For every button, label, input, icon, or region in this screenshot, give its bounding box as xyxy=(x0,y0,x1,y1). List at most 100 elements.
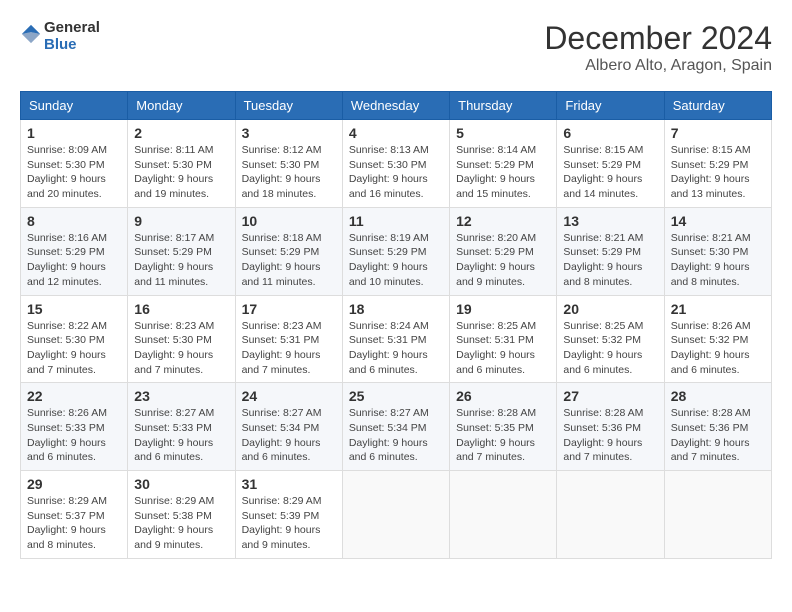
calendar-cell: 15 Sunrise: 8:22 AM Sunset: 5:30 PM Dayli… xyxy=(21,295,128,383)
logo-general: General xyxy=(44,20,100,37)
day-info: Sunrise: 8:15 AM Sunset: 5:29 PM Dayligh… xyxy=(671,143,765,202)
calendar-cell: 14 Sunrise: 8:21 AM Sunset: 5:30 PM Dayli… xyxy=(664,207,771,295)
day-info: Sunrise: 8:11 AM Sunset: 5:30 PM Dayligh… xyxy=(134,143,228,202)
day-info: Sunrise: 8:24 AM Sunset: 5:31 PM Dayligh… xyxy=(349,319,443,378)
calendar-cell: 24 Sunrise: 8:27 AM Sunset: 5:34 PM Dayli… xyxy=(235,383,342,471)
day-number: 22 xyxy=(27,388,121,404)
calendar-cell: 7 Sunrise: 8:15 AM Sunset: 5:29 PM Daylig… xyxy=(664,120,771,208)
day-info: Sunrise: 8:13 AM Sunset: 5:30 PM Dayligh… xyxy=(349,143,443,202)
day-number: 21 xyxy=(671,301,765,317)
day-info: Sunrise: 8:15 AM Sunset: 5:29 PM Dayligh… xyxy=(563,143,657,202)
calendar-cell: 31Sunrise: 8:29 AM Sunset: 5:39 PM Dayli… xyxy=(235,471,342,559)
weekday-header-wednesday: Wednesday xyxy=(342,92,449,120)
calendar-cell: 11 Sunrise: 8:19 AM Sunset: 5:29 PM Dayli… xyxy=(342,207,449,295)
day-number: 11 xyxy=(349,213,443,229)
calendar-cell: 22 Sunrise: 8:26 AM Sunset: 5:33 PM Dayli… xyxy=(21,383,128,471)
day-number: 8 xyxy=(27,213,121,229)
calendar-week-row: 1Sunrise: 8:09 AM Sunset: 5:30 PM Daylig… xyxy=(21,120,772,208)
day-info: Sunrise: 8:20 AM Sunset: 5:29 PM Dayligh… xyxy=(456,231,550,290)
day-info: Sunrise: 8:27 AM Sunset: 5:33 PM Dayligh… xyxy=(134,406,228,465)
calendar-cell: 2 Sunrise: 8:11 AM Sunset: 5:30 PM Daylig… xyxy=(128,120,235,208)
calendar-cell: 27 Sunrise: 8:28 AM Sunset: 5:36 PM Dayli… xyxy=(557,383,664,471)
day-number: 27 xyxy=(563,388,657,404)
calendar-cell: 18 Sunrise: 8:24 AM Sunset: 5:31 PM Dayli… xyxy=(342,295,449,383)
day-info: Sunrise: 8:23 AM Sunset: 5:30 PM Dayligh… xyxy=(134,319,228,378)
day-number: 4 xyxy=(349,125,443,141)
day-info: Sunrise: 8:29 AM Sunset: 5:39 PM Dayligh… xyxy=(242,494,336,553)
day-number: 12 xyxy=(456,213,550,229)
day-number: 13 xyxy=(563,213,657,229)
calendar-cell: 8 Sunrise: 8:16 AM Sunset: 5:29 PM Daylig… xyxy=(21,207,128,295)
day-number: 6 xyxy=(563,125,657,141)
day-info: Sunrise: 8:26 AM Sunset: 5:33 PM Dayligh… xyxy=(27,406,121,465)
weekday-header-monday: Monday xyxy=(128,92,235,120)
calendar-cell: 29 Sunrise: 8:29 AM Sunset: 5:37 PM Dayli… xyxy=(21,471,128,559)
day-number: 14 xyxy=(671,213,765,229)
day-number: 18 xyxy=(349,301,443,317)
day-info: Sunrise: 8:14 AM Sunset: 5:29 PM Dayligh… xyxy=(456,143,550,202)
calendar-cell xyxy=(664,471,771,559)
calendar-cell: 13Sunrise: 8:21 AM Sunset: 5:29 PM Dayli… xyxy=(557,207,664,295)
weekday-header-tuesday: Tuesday xyxy=(235,92,342,120)
calendar-cell: 12 Sunrise: 8:20 AM Sunset: 5:29 PM Dayli… xyxy=(450,207,557,295)
day-info: Sunrise: 8:12 AM Sunset: 5:30 PM Dayligh… xyxy=(242,143,336,202)
day-info: Sunrise: 8:28 AM Sunset: 5:36 PM Dayligh… xyxy=(563,406,657,465)
day-info: Sunrise: 8:25 AM Sunset: 5:32 PM Dayligh… xyxy=(563,319,657,378)
calendar-cell: 20 Sunrise: 8:25 AM Sunset: 5:32 PM Dayli… xyxy=(557,295,664,383)
day-info: Sunrise: 8:23 AM Sunset: 5:31 PM Dayligh… xyxy=(242,319,336,378)
day-number: 7 xyxy=(671,125,765,141)
calendar-cell: 16Sunrise: 8:23 AM Sunset: 5:30 PM Dayli… xyxy=(128,295,235,383)
day-info: Sunrise: 8:16 AM Sunset: 5:29 PM Dayligh… xyxy=(27,231,121,290)
day-info: Sunrise: 8:29 AM Sunset: 5:38 PM Dayligh… xyxy=(134,494,228,553)
calendar-week-row: 8 Sunrise: 8:16 AM Sunset: 5:29 PM Daylig… xyxy=(21,207,772,295)
day-number: 19 xyxy=(456,301,550,317)
page-header: General Blue December 2024 Albero Alto, … xyxy=(20,20,772,75)
calendar-cell: 28 Sunrise: 8:28 AM Sunset: 5:36 PM Dayli… xyxy=(664,383,771,471)
weekday-header-thursday: Thursday xyxy=(450,92,557,120)
day-info: Sunrise: 8:21 AM Sunset: 5:30 PM Dayligh… xyxy=(671,231,765,290)
calendar-cell: 3 Sunrise: 8:12 AM Sunset: 5:30 PM Daylig… xyxy=(235,120,342,208)
calendar-cell xyxy=(342,471,449,559)
calendar-cell: 9 Sunrise: 8:17 AM Sunset: 5:29 PM Daylig… xyxy=(128,207,235,295)
logo-icon xyxy=(20,23,42,45)
day-number: 20 xyxy=(563,301,657,317)
calendar-cell: 26Sunrise: 8:28 AM Sunset: 5:35 PM Dayli… xyxy=(450,383,557,471)
day-info: Sunrise: 8:22 AM Sunset: 5:30 PM Dayligh… xyxy=(27,319,121,378)
day-number: 24 xyxy=(242,388,336,404)
logo: General Blue xyxy=(20,20,100,53)
day-number: 10 xyxy=(242,213,336,229)
calendar-cell: 25Sunrise: 8:27 AM Sunset: 5:34 PM Dayli… xyxy=(342,383,449,471)
day-number: 15 xyxy=(27,301,121,317)
day-number: 29 xyxy=(27,476,121,492)
day-info: Sunrise: 8:18 AM Sunset: 5:29 PM Dayligh… xyxy=(242,231,336,290)
weekday-header-sunday: Sunday xyxy=(21,92,128,120)
location-subtitle: Albero Alto, Aragon, Spain xyxy=(544,57,772,75)
calendar-cell xyxy=(557,471,664,559)
day-info: Sunrise: 8:17 AM Sunset: 5:29 PM Dayligh… xyxy=(134,231,228,290)
day-number: 2 xyxy=(134,125,228,141)
title-area: December 2024 Albero Alto, Aragon, Spain xyxy=(544,20,772,75)
day-number: 17 xyxy=(242,301,336,317)
day-info: Sunrise: 8:28 AM Sunset: 5:36 PM Dayligh… xyxy=(671,406,765,465)
calendar-cell: 21 Sunrise: 8:26 AM Sunset: 5:32 PM Dayli… xyxy=(664,295,771,383)
day-number: 5 xyxy=(456,125,550,141)
day-info: Sunrise: 8:27 AM Sunset: 5:34 PM Dayligh… xyxy=(242,406,336,465)
weekday-header-saturday: Saturday xyxy=(664,92,771,120)
day-info: Sunrise: 8:09 AM Sunset: 5:30 PM Dayligh… xyxy=(27,143,121,202)
day-number: 9 xyxy=(134,213,228,229)
calendar-cell: 4 Sunrise: 8:13 AM Sunset: 5:30 PM Daylig… xyxy=(342,120,449,208)
calendar-week-row: 15 Sunrise: 8:22 AM Sunset: 5:30 PM Dayli… xyxy=(21,295,772,383)
day-info: Sunrise: 8:26 AM Sunset: 5:32 PM Dayligh… xyxy=(671,319,765,378)
calendar-cell: 10 Sunrise: 8:18 AM Sunset: 5:29 PM Dayli… xyxy=(235,207,342,295)
calendar-week-row: 29 Sunrise: 8:29 AM Sunset: 5:37 PM Dayli… xyxy=(21,471,772,559)
weekday-header-row: SundayMondayTuesdayWednesdayThursdayFrid… xyxy=(21,92,772,120)
weekday-header-friday: Friday xyxy=(557,92,664,120)
month-title: December 2024 xyxy=(544,20,772,57)
calendar-week-row: 22 Sunrise: 8:26 AM Sunset: 5:33 PM Dayli… xyxy=(21,383,772,471)
day-number: 3 xyxy=(242,125,336,141)
day-info: Sunrise: 8:28 AM Sunset: 5:35 PM Dayligh… xyxy=(456,406,550,465)
day-info: Sunrise: 8:29 AM Sunset: 5:37 PM Dayligh… xyxy=(27,494,121,553)
calendar-cell: 30Sunrise: 8:29 AM Sunset: 5:38 PM Dayli… xyxy=(128,471,235,559)
day-number: 28 xyxy=(671,388,765,404)
day-info: Sunrise: 8:19 AM Sunset: 5:29 PM Dayligh… xyxy=(349,231,443,290)
